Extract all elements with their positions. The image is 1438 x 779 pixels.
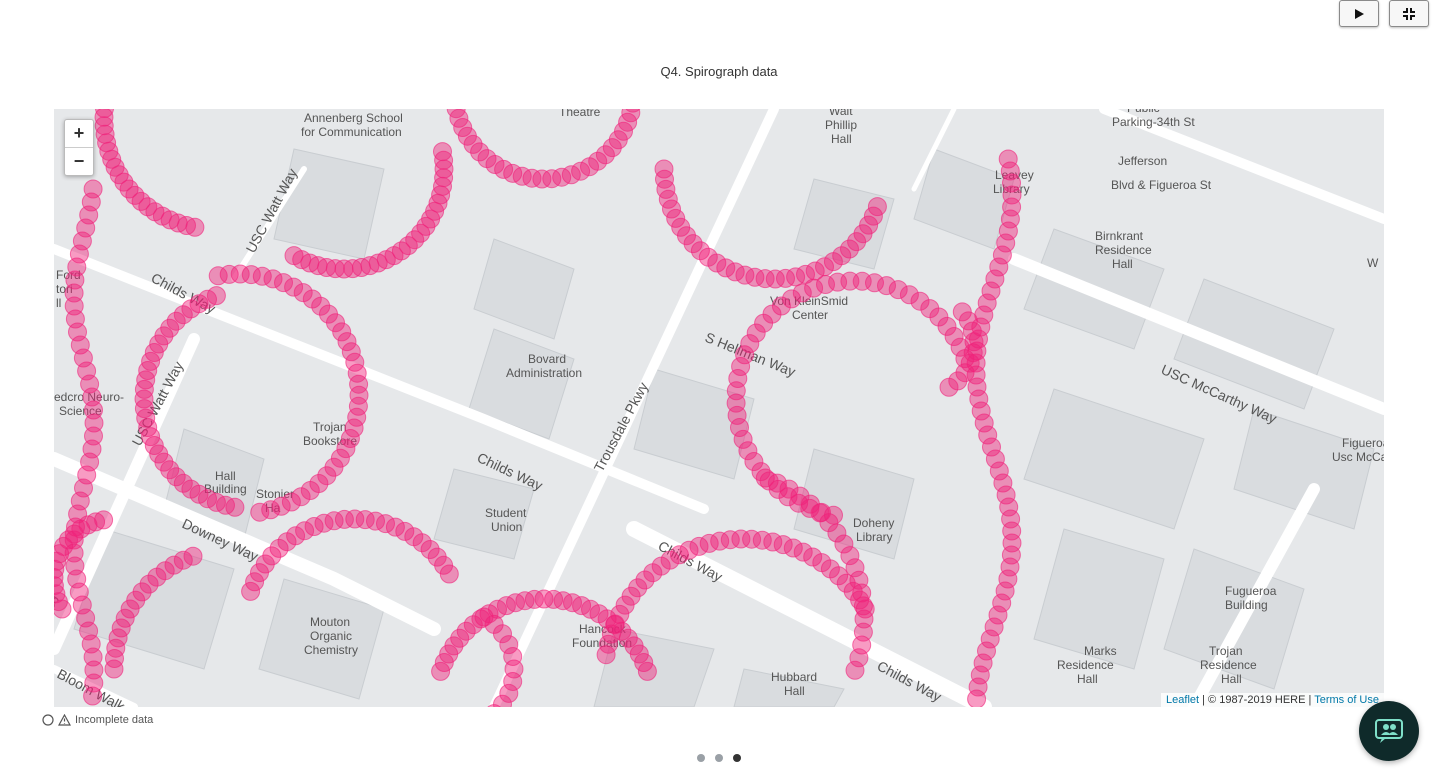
map-label: Library [856, 530, 893, 544]
pager-dot-1[interactable] [697, 754, 705, 762]
map[interactable]: Annenberg School for Communication Theatre… [54, 109, 1384, 707]
map-label: Union [491, 520, 522, 534]
play-button[interactable] [1339, 0, 1379, 27]
spirograph-point [967, 689, 987, 707]
loading-circle-icon [42, 714, 54, 726]
play-icon [1355, 8, 1364, 19]
copyright-text: | © 1987-2019 HERE | [1199, 694, 1315, 706]
map-label: Usc McCa [1332, 450, 1384, 464]
map-label: Parking-34th St [1112, 115, 1195, 129]
map-label: Chemistry [304, 643, 358, 657]
map-label: Birnkrant [1095, 229, 1144, 243]
map-label: Building [1225, 598, 1268, 612]
pager-dot-3[interactable] [733, 754, 741, 762]
map-label: Organic [310, 629, 352, 643]
map-label: Figueroa [1342, 436, 1384, 450]
page-title: Q4. Spirograph data [660, 64, 778, 79]
spirograph-point [939, 377, 959, 397]
map-label: for Communication [301, 125, 402, 139]
terms-link[interactable]: Terms of Use [1314, 694, 1379, 706]
map-label: Hall [1221, 672, 1242, 686]
spirograph-point [654, 159, 674, 179]
collapse-icon [1403, 7, 1415, 20]
map-label: Hall [831, 132, 852, 146]
chat-button[interactable] [1359, 701, 1419, 761]
collapse-button[interactable] [1389, 0, 1429, 27]
status-bar: Incomplete data [42, 714, 153, 726]
map-label: Doheny [853, 516, 894, 530]
pager [697, 754, 741, 762]
map-label: Phillip [825, 118, 857, 132]
map-label: Trojan [1209, 644, 1243, 658]
pager-dot-2[interactable] [715, 754, 723, 762]
spirograph-point [250, 502, 270, 522]
spirograph-point [845, 660, 865, 680]
map-label: Center [792, 308, 828, 322]
status-text: Incomplete data [75, 714, 154, 726]
warning-icon [58, 714, 71, 726]
map-label: ll [56, 296, 61, 310]
map-label: Marks [1084, 644, 1117, 658]
map-label: Bovard [528, 352, 566, 366]
map-label: Hall [1112, 257, 1133, 271]
map-attribution: Leaflet | © 1987-2019 HERE | Terms of Us… [1161, 693, 1384, 707]
zoom-control: + − [64, 119, 94, 176]
map-label: Hall [215, 469, 236, 483]
map-label: Theatre [559, 109, 601, 119]
map-label: Residence [1095, 243, 1152, 257]
map-label: Blvd & Figueroa St [1111, 178, 1212, 192]
map-label: Hubbard [771, 670, 817, 684]
map-label: Residence [1200, 658, 1257, 672]
leaflet-link[interactable]: Leaflet [1166, 694, 1199, 706]
spirograph-point [94, 510, 114, 530]
zoom-out-button[interactable]: − [65, 148, 93, 175]
spirograph-point [439, 564, 459, 584]
map-label: Hall [1077, 672, 1098, 686]
map-label: Jefferson [1118, 154, 1167, 168]
spirograph-point [284, 246, 304, 266]
map-label: Administration [506, 366, 582, 380]
spirograph-point [83, 686, 103, 706]
map-label: Annenberg School [304, 111, 403, 125]
map-label: Student [485, 506, 527, 520]
map-canvas: Annenberg Schoolfor Communication Theatre… [54, 109, 1384, 707]
spirograph-point [637, 661, 657, 681]
chat-people-icon [1375, 719, 1403, 743]
zoom-in-button[interactable]: + [65, 120, 93, 148]
map-label: W [1367, 256, 1379, 270]
map-label: Mouton [310, 615, 350, 629]
spirograph-point [206, 286, 226, 306]
map-label: Fugueroa [1225, 584, 1277, 598]
map-label: Residence [1057, 658, 1114, 672]
spirograph-point [183, 546, 203, 566]
map-label: Walt [829, 109, 853, 118]
map-label: Trojan [313, 420, 347, 434]
map-label: Hall [784, 684, 805, 698]
